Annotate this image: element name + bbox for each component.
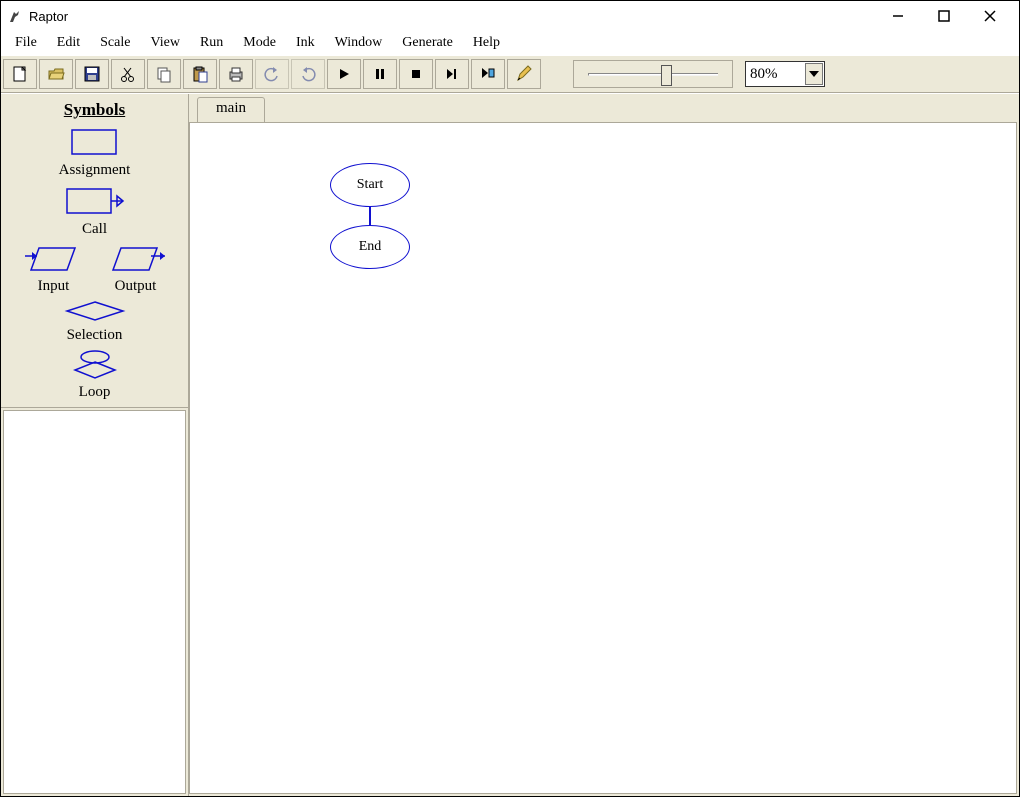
speed-slider[interactable] — [573, 60, 733, 88]
symbol-loop[interactable]: Loop — [59, 348, 131, 401]
menu-run[interactable]: Run — [190, 33, 233, 53]
stop-button[interactable] — [399, 59, 433, 89]
flow-connector — [369, 207, 371, 225]
pen-button[interactable] — [507, 59, 541, 89]
redo-button[interactable] — [291, 59, 325, 89]
open-button[interactable] — [39, 59, 73, 89]
symbol-output-label: Output — [115, 278, 157, 295]
menu-edit[interactable]: Edit — [47, 33, 90, 53]
menu-ink[interactable]: Ink — [286, 33, 325, 53]
print-button[interactable] — [219, 59, 253, 89]
menu-file[interactable]: File — [5, 33, 47, 53]
maximize-button[interactable] — [921, 1, 967, 31]
undo-button[interactable] — [255, 59, 289, 89]
symbol-assignment[interactable]: Assignment — [59, 124, 131, 179]
titlebar: Raptor — [1, 1, 1019, 31]
step-button[interactable] — [435, 59, 469, 89]
symbol-assignment-label: Assignment — [59, 162, 131, 179]
workarea: Symbols Assignment Call — [1, 93, 1019, 796]
flowchart-canvas[interactable]: Start End — [189, 122, 1017, 794]
symbols-title: Symbols — [1, 100, 188, 120]
sidebar: Symbols Assignment Call — [1, 94, 189, 796]
minimize-button[interactable] — [875, 1, 921, 31]
zoom-select[interactable]: 80% — [745, 61, 825, 87]
new-button[interactable] — [3, 59, 37, 89]
main-area: main Start End — [189, 94, 1019, 796]
watch-panel — [3, 410, 186, 794]
app-title: Raptor — [29, 9, 68, 24]
save-button[interactable] — [75, 59, 109, 89]
app-icon — [7, 8, 23, 24]
symbol-call[interactable]: Call — [59, 183, 131, 238]
symbols-panel: Symbols Assignment Call — [1, 94, 188, 408]
symbol-loop-label: Loop — [79, 384, 111, 401]
play-button[interactable] — [327, 59, 361, 89]
symbol-input[interactable]: Input — [23, 242, 85, 295]
tab-bar: main — [189, 94, 1019, 122]
pause-button[interactable] — [363, 59, 397, 89]
close-button[interactable] — [967, 1, 1013, 31]
step-into-button[interactable] — [471, 59, 505, 89]
zoom-value: 80% — [746, 66, 805, 83]
flow-start-node[interactable]: Start — [330, 163, 410, 207]
menubar: File Edit Scale View Run Mode Ink Window… — [1, 31, 1019, 55]
slider-thumb[interactable] — [661, 65, 672, 86]
flow-end-node[interactable]: End — [330, 225, 410, 269]
symbol-output[interactable]: Output — [105, 242, 167, 295]
toolbar: 80% — [1, 55, 1019, 93]
copy-button[interactable] — [147, 59, 181, 89]
symbol-call-label: Call — [82, 221, 107, 238]
menu-generate[interactable]: Generate — [392, 33, 463, 53]
paste-button[interactable] — [183, 59, 217, 89]
menu-help[interactable]: Help — [463, 33, 510, 53]
tab-main[interactable]: main — [197, 97, 265, 123]
menu-scale[interactable]: Scale — [90, 33, 140, 53]
menu-view[interactable]: View — [140, 33, 189, 53]
flow-start-label: Start — [357, 177, 383, 193]
menu-mode[interactable]: Mode — [233, 33, 286, 53]
chevron-down-icon[interactable] — [805, 63, 823, 85]
menu-window[interactable]: Window — [325, 33, 393, 53]
cut-button[interactable] — [111, 59, 145, 89]
flow-end-label: End — [359, 239, 382, 255]
symbol-selection-label: Selection — [67, 327, 123, 344]
symbol-input-label: Input — [38, 278, 70, 295]
symbol-selection[interactable]: Selection — [59, 299, 131, 344]
